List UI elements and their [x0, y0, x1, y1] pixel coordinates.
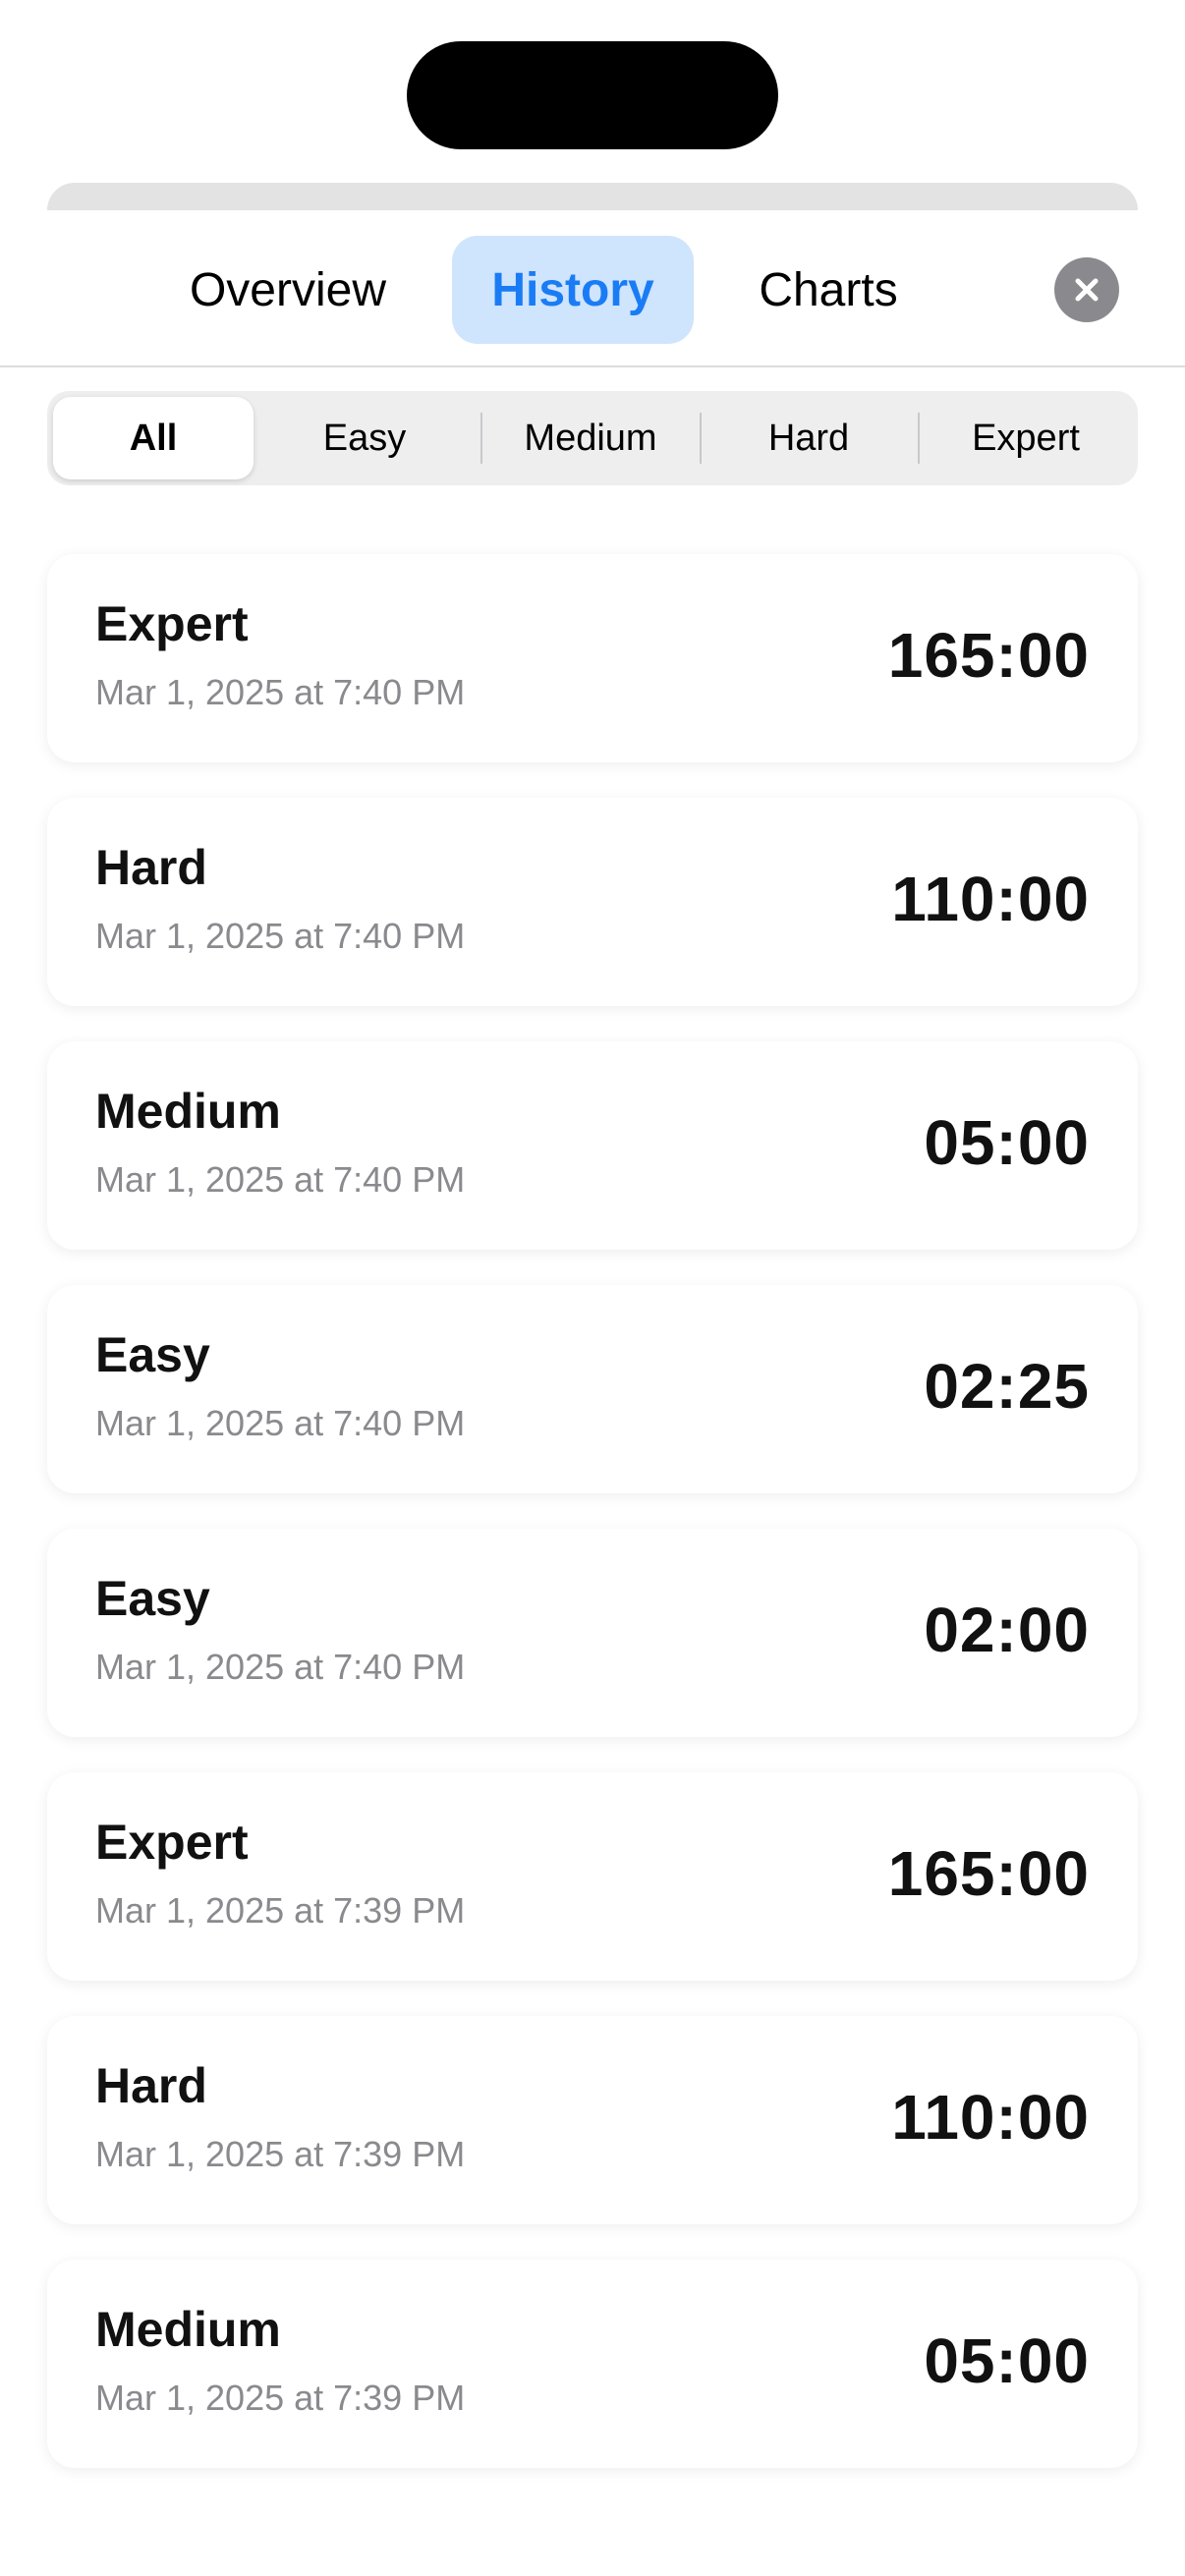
- difficulty-label: Hard: [95, 840, 207, 895]
- difficulty-label: Medium: [95, 2302, 281, 2357]
- filter-expert[interactable]: Expert: [920, 397, 1132, 479]
- segment-separator: [480, 413, 482, 464]
- difficulty-label: Medium: [95, 1084, 281, 1139]
- duration-label: 165:00: [887, 620, 1090, 691]
- close-button[interactable]: [1054, 257, 1119, 322]
- difficulty-label: Easy: [95, 1327, 210, 1382]
- history-row[interactable]: Hard Mar 1, 2025 at 7:39 PM 110:00: [47, 2016, 1138, 2224]
- date-label: Mar 1, 2025 at 7:40 PM: [95, 1647, 466, 1687]
- date-label: Mar 1, 2025 at 7:40 PM: [95, 1159, 466, 1200]
- history-sheet: Overview History Charts All Easy Medium …: [0, 210, 1185, 2576]
- history-row[interactable]: Easy Mar 1, 2025 at 7:40 PM 02:25: [47, 1285, 1138, 1493]
- duration-label: 165:00: [887, 1838, 1090, 1909]
- tab-history[interactable]: History: [452, 236, 694, 344]
- filter-all[interactable]: All: [53, 397, 254, 479]
- duration-label: 02:25: [924, 1351, 1090, 1422]
- date-label: Mar 1, 2025 at 7:40 PM: [95, 672, 466, 712]
- history-row[interactable]: Medium Mar 1, 2025 at 7:40 PM 05:00: [47, 1041, 1138, 1250]
- duration-label: 110:00: [891, 2082, 1090, 2153]
- duration-label: 02:00: [924, 1595, 1090, 1665]
- tab-overview[interactable]: Overview: [157, 236, 419, 344]
- difficulty-filter: All Easy Medium Hard Expert: [47, 391, 1138, 485]
- difficulty-label: Hard: [95, 2058, 207, 2113]
- duration-label: 05:00: [924, 1107, 1090, 1178]
- duration-label: 05:00: [924, 2325, 1090, 2396]
- history-row[interactable]: Expert Mar 1, 2025 at 7:40 PM 165:00: [47, 554, 1138, 762]
- duration-label: 110:00: [891, 864, 1090, 934]
- date-label: Mar 1, 2025 at 7:39 PM: [95, 1890, 466, 1931]
- filter-medium[interactable]: Medium: [483, 397, 698, 479]
- date-label: Mar 1, 2025 at 7:39 PM: [95, 2134, 466, 2174]
- history-row[interactable]: Hard Mar 1, 2025 at 7:40 PM 110:00: [47, 798, 1138, 1006]
- top-tab-bar: Overview History Charts: [0, 210, 1185, 365]
- date-label: Mar 1, 2025 at 7:40 PM: [95, 916, 466, 956]
- filter-easy[interactable]: Easy: [257, 397, 472, 479]
- dynamic-island: [407, 41, 778, 149]
- filter-hard[interactable]: Hard: [702, 397, 916, 479]
- difficulty-label: Expert: [95, 596, 249, 651]
- history-row[interactable]: Expert Mar 1, 2025 at 7:39 PM 165:00: [47, 1772, 1138, 1981]
- history-row[interactable]: Easy Mar 1, 2025 at 7:40 PM 02:00: [47, 1529, 1138, 1737]
- date-label: Mar 1, 2025 at 7:40 PM: [95, 1403, 466, 1443]
- date-label: Mar 1, 2025 at 7:39 PM: [95, 2378, 466, 2418]
- tab-charts[interactable]: Charts: [727, 236, 930, 344]
- difficulty-label: Easy: [95, 1571, 210, 1626]
- xmark-icon: [1075, 278, 1099, 302]
- difficulty-label: Expert: [95, 1815, 249, 1870]
- header-divider: [0, 365, 1185, 367]
- history-row[interactable]: Medium Mar 1, 2025 at 7:39 PM 05:00: [47, 2260, 1138, 2468]
